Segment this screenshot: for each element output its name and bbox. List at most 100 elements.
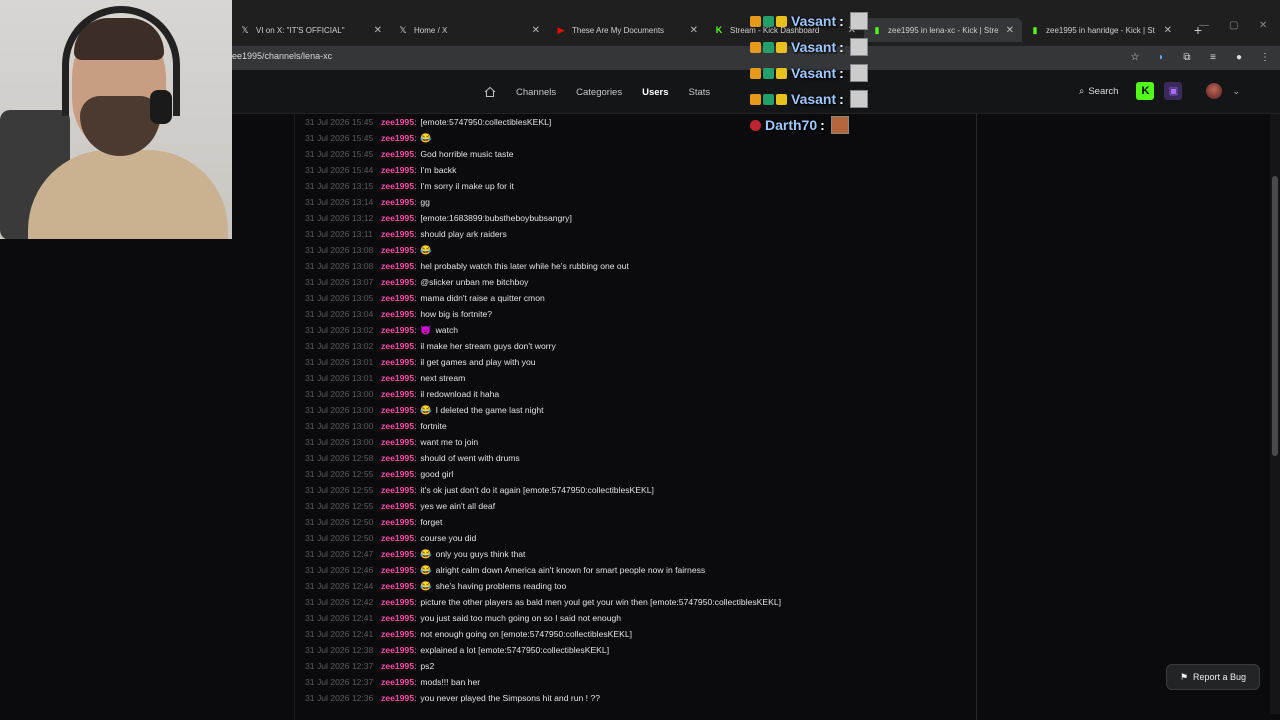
message-username[interactable]: zee1995 (381, 181, 414, 191)
overlay-chat-message: Vasant: (750, 60, 868, 86)
message-text: want me to join (420, 437, 479, 447)
message-username[interactable]: zee1995 (381, 325, 414, 335)
overlay-username: Vasant (791, 65, 837, 81)
message-username[interactable]: zee1995 (381, 629, 414, 639)
message-username[interactable]: zee1995 (381, 501, 414, 511)
message-username[interactable]: zee1995 (381, 133, 414, 143)
chevron-down-icon[interactable]: ⌄ (1232, 86, 1240, 97)
nav-channels[interactable]: Channels (516, 87, 556, 98)
message-username[interactable]: zee1995 (381, 453, 414, 463)
youtube-icon: ▶ (557, 24, 565, 35)
message-username[interactable]: zee1995 (381, 149, 414, 159)
message-username[interactable]: zee1995 (381, 117, 414, 127)
message-separator: : (413, 549, 417, 559)
message-username[interactable]: zee1995 (381, 597, 414, 607)
browser-tab[interactable]: ▶ These Are My Documents ✕ (548, 18, 706, 42)
overlay-badges (750, 15, 787, 27)
message-username[interactable]: zee1995 (381, 405, 414, 415)
close-tab-icon[interactable]: ✕ (690, 25, 698, 36)
browser-tab-active[interactable]: ▮ zee1995 in lena-xc - Kick | Stre ✕ (864, 18, 1022, 42)
message-username[interactable]: zee1995 (381, 645, 414, 655)
message-timestamp: 31 Jul 2026 13:00 (305, 421, 374, 431)
user-avatar[interactable] (1206, 83, 1223, 99)
chat-message-row: 31 Jul 2026 12:44 zee1995: 😂 she's having p… (295, 578, 976, 594)
message-text: course you did (420, 533, 477, 543)
message-username[interactable]: zee1995 (381, 373, 414, 383)
home-icon[interactable] (484, 86, 496, 98)
message-separator: : (413, 389, 417, 399)
message-username[interactable]: zee1995 (381, 357, 414, 367)
browser-tab[interactable]: 𝕏 Home / X ✕ (390, 18, 548, 42)
message-username[interactable]: zee1995 (381, 437, 414, 447)
browser-tab[interactable]: 𝕏 VI on X: "IT'S OFFICIAL" ✕ (232, 18, 390, 42)
message-username[interactable]: zee1995 (381, 549, 414, 559)
scrollbar-thumb[interactable] (1272, 176, 1278, 456)
message-timestamp: 31 Jul 2026 15:45 (305, 133, 374, 143)
message-username[interactable]: zee1995 (381, 693, 414, 703)
bookmark-star-icon[interactable]: ☆ (1128, 50, 1142, 64)
message-text: it's ok just don't do it again [emote:57… (420, 485, 654, 495)
message-separator: : (413, 437, 417, 447)
message-username[interactable]: zee1995 (381, 309, 414, 319)
message-username[interactable]: zee1995 (381, 469, 414, 479)
overlay-username: Vasant (791, 39, 837, 55)
message-separator: : (413, 245, 417, 255)
message-username[interactable]: zee1995 (381, 613, 414, 623)
extension-audio-icon[interactable]: ◗ (1154, 50, 1168, 64)
message-username[interactable]: zee1995 (381, 565, 414, 575)
message-timestamp: 31 Jul 2026 13:02 (305, 325, 374, 335)
message-username[interactable]: zee1995 (381, 341, 414, 351)
minimize-icon[interactable]: — (1199, 20, 1209, 31)
message-username[interactable]: zee1995 (381, 661, 414, 671)
message-username[interactable]: zee1995 (381, 485, 414, 495)
chat-message-row: 31 Jul 2026 13:01 zee1995: next stream (295, 370, 976, 386)
emoji-icon: 😂 (420, 564, 432, 575)
emoji-icon: 😂 (420, 548, 432, 559)
message-username[interactable]: zee1995 (381, 165, 414, 175)
url-field[interactable]: ee1995/channels/lena-xc (232, 51, 332, 61)
message-username[interactable]: zee1995 (381, 581, 414, 591)
message-timestamp: 31 Jul 2026 12:47 (305, 549, 374, 559)
maximize-icon[interactable]: ▢ (1229, 20, 1238, 31)
tab-strip: 𝕏 VI on X: "IT'S OFFICIAL" ✕ 𝕏 Home / X … (232, 18, 1210, 42)
message-timestamp: 31 Jul 2026 12:41 (305, 613, 374, 623)
emoji-icon: 😂 (420, 132, 432, 143)
message-username[interactable]: zee1995 (381, 277, 414, 287)
message-timestamp: 31 Jul 2026 13:08 (305, 245, 374, 255)
message-username[interactable]: zee1995 (381, 517, 414, 527)
kick-logo-button[interactable]: K (1136, 82, 1155, 100)
message-separator: : (413, 485, 417, 495)
message-username[interactable]: zee1995 (381, 261, 414, 271)
search-button[interactable]: ⌕ Search (1079, 86, 1118, 97)
message-username[interactable]: zee1995 (381, 677, 414, 687)
profile-icon[interactable]: ● (1232, 50, 1246, 64)
emoji-icon: 😂 (420, 244, 432, 255)
message-username[interactable]: zee1995 (381, 293, 414, 303)
close-tab-icon[interactable]: ✕ (374, 25, 382, 36)
close-tab-icon[interactable]: ✕ (1164, 25, 1172, 36)
message-username[interactable]: zee1995 (381, 229, 414, 239)
message-username[interactable]: zee1995 (381, 197, 414, 207)
message-username[interactable]: zee1995 (381, 245, 414, 255)
nav-users[interactable]: Users (642, 87, 668, 98)
message-separator: : (413, 453, 417, 463)
message-username[interactable]: zee1995 (381, 213, 414, 223)
chat-message-row: 31 Jul 2026 13:00 zee1995: 😂 I deleted the … (295, 402, 976, 418)
nav-stats[interactable]: Stats (689, 87, 711, 98)
message-username[interactable]: zee1995 (381, 533, 414, 543)
close-window-icon[interactable]: ✕ (1259, 20, 1267, 31)
close-tab-icon[interactable]: ✕ (532, 25, 540, 36)
browser-tab[interactable]: ▮ zee1995 in hanridge - Kick | St ✕ (1022, 18, 1180, 42)
overlay-chat-message: Vasant: (750, 8, 868, 34)
overlay-emote-image (830, 116, 849, 134)
media-controls-icon[interactable]: ≡ (1206, 50, 1220, 64)
message-username[interactable]: zee1995 (381, 389, 414, 399)
twitch-logo-button[interactable]: ▣ (1164, 82, 1183, 100)
message-username[interactable]: zee1995 (381, 421, 414, 431)
close-tab-icon[interactable]: ✕ (1006, 25, 1014, 36)
menu-kebab-icon[interactable]: ⋮ (1258, 50, 1272, 64)
report-bug-button[interactable]: ⚑ Report a Bug (1166, 664, 1260, 690)
extensions-icon[interactable]: ⧉ (1180, 50, 1194, 64)
nav-categories[interactable]: Categories (576, 87, 622, 98)
message-timestamp: 31 Jul 2026 13:04 (305, 309, 374, 319)
